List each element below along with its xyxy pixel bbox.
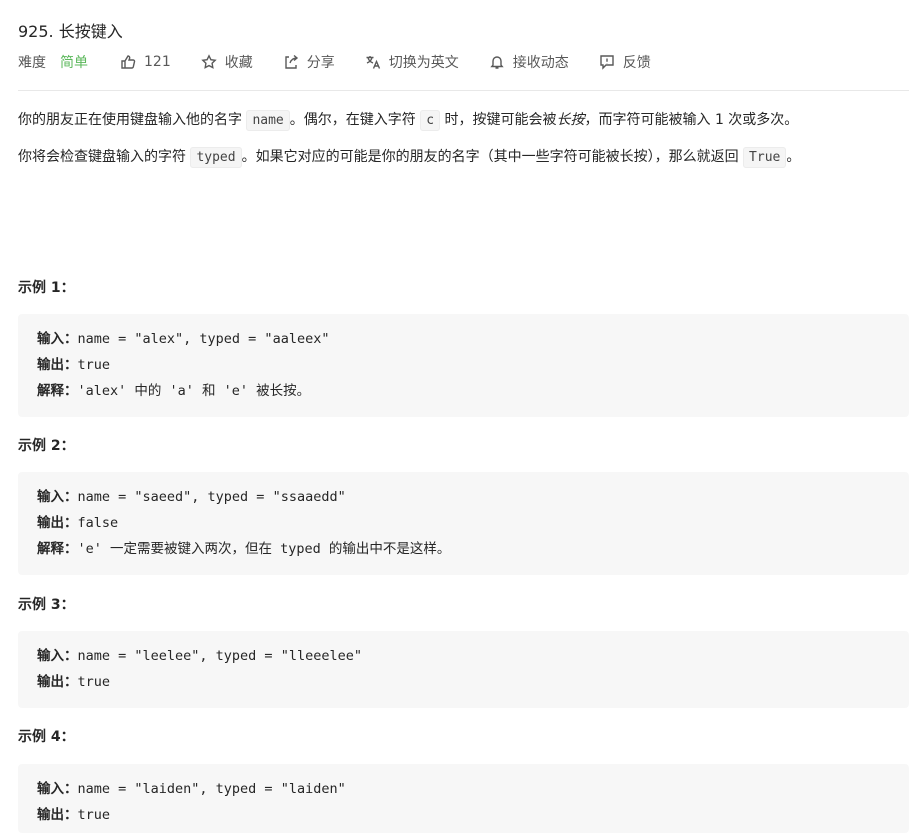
example-block: 输入：name = "leelee", typed = "lleeelee" 输… [18, 631, 909, 708]
example-block: 输入：name = "laiden", typed = "laiden" 输出：… [18, 764, 909, 833]
example-block: 输入：name = "alex", typed = "aaleex" 输出：tr… [18, 314, 909, 417]
emphasis-text: 长按 [556, 112, 585, 128]
desc-text: 时，按键可能会被 [444, 112, 557, 128]
example-output-line: 输出：true [37, 669, 890, 695]
share-label: 分享 [306, 55, 335, 71]
feedback-button[interactable]: 反馈 [599, 52, 651, 72]
problem-description: 你的朋友正在使用键盘输入他的名字 name 。偶尔，在键入字符 c 时，按键可能会… [18, 108, 898, 170]
translate-icon [366, 56, 380, 69]
example-block: 输入：name = "saeed", typed = "ssaaedd" 输出：… [18, 472, 909, 575]
input-value: name = "alex", typed = "aaleex" [77, 331, 330, 347]
example-heading: 示例 4： [18, 729, 75, 745]
example-output-line: 输出：false [37, 510, 890, 536]
desc-text: 你将会检查键盘输入的字符 [18, 149, 186, 165]
input-key: 输入： [37, 648, 78, 664]
inline-code-c: c [420, 110, 441, 131]
switch-language-button[interactable]: 切换为英文 [365, 52, 459, 72]
inline-code-name: name [246, 110, 290, 131]
notify-label: 接收动态 [512, 55, 569, 71]
favorite-button[interactable]: 收藏 [201, 52, 253, 72]
desc-text: 。偶尔，在键入字符 [289, 112, 416, 128]
desc-text: 。 [786, 149, 801, 165]
input-key: 输入： [37, 781, 78, 797]
output-key: 输出： [37, 357, 78, 373]
explain-key: 解释： [37, 383, 78, 399]
notify-button[interactable]: 接收动态 [489, 52, 569, 72]
output-value: true [77, 674, 111, 690]
inline-code-true: True [743, 147, 787, 168]
example-heading: 示例 1： [18, 280, 75, 296]
output-key: 输出： [37, 807, 78, 823]
explain-key: 解释： [37, 541, 78, 557]
bell-icon [490, 56, 504, 69]
example-heading: 示例 2： [18, 438, 75, 454]
input-key: 输入： [37, 489, 78, 505]
like-count: 121 [144, 54, 171, 70]
share-button[interactable]: 分享 [283, 52, 335, 72]
desc-text: ，而字符可能被输入 1 次或多次。 [584, 112, 799, 128]
problem-toolbar: 难度 简单 121 收藏 分享 切换为英文 接收动态 反馈 [18, 50, 681, 74]
switch-language-label: 切换为英文 [388, 55, 459, 71]
description-paragraph-1: 你的朋友正在使用键盘输入他的名字 name 。偶尔，在键入字符 c 时，按键可能会… [18, 108, 898, 133]
example-input-line: 输入：name = "alex", typed = "aaleex" [37, 326, 890, 352]
like-button[interactable]: 121 [120, 54, 171, 70]
output-key: 输出： [37, 515, 78, 531]
feedback-icon [600, 55, 614, 70]
inline-code-typed: typed [190, 147, 242, 168]
output-value: true [77, 807, 111, 823]
explain-value: 'alex' 中的 'a' 和 'e' 被长按。 [77, 383, 311, 399]
desc-text: 。如果它对应的可能是你的朋友的名字（其中一些字符可能被长按），那么就返回 [241, 149, 739, 165]
difficulty-value: 简单 [60, 55, 88, 71]
input-key: 输入： [37, 331, 78, 347]
example-heading: 示例 3： [18, 597, 75, 613]
thumbs-up-icon [121, 55, 136, 69]
feedback-label: 反馈 [622, 55, 651, 71]
input-value: name = "leelee", typed = "lleeelee" [77, 648, 362, 664]
share-icon [285, 54, 298, 69]
star-icon [201, 54, 217, 69]
desc-text: 你的朋友正在使用键盘输入他的名字 [18, 112, 242, 128]
description-paragraph-2: 你将会检查键盘输入的字符 typed 。如果它对应的可能是你的朋友的名字（其中一些… [18, 145, 898, 170]
difficulty-label: 难度 [18, 55, 46, 71]
example-input-line: 输入：name = "leelee", typed = "lleeelee" [37, 643, 890, 669]
example-output-line: 输出：true [37, 352, 890, 378]
explain-value: 'e' 一定需要被键入两次，但在 typed 的输出中不是这样。 [77, 541, 451, 557]
example-input-line: 输入：name = "saeed", typed = "ssaaedd" [37, 484, 890, 510]
input-value: name = "saeed", typed = "ssaaedd" [77, 489, 346, 505]
output-key: 输出： [37, 674, 78, 690]
problem-title: 925. 长按键入 [18, 22, 123, 41]
header-divider [18, 90, 909, 91]
output-value: false [77, 515, 119, 531]
input-value: name = "laiden", typed = "laiden" [77, 781, 346, 797]
example-explain-line: 解释：'alex' 中的 'a' 和 'e' 被长按。 [37, 378, 890, 404]
example-explain-line: 解释：'e' 一定需要被键入两次，但在 typed 的输出中不是这样。 [37, 536, 890, 562]
favorite-label: 收藏 [224, 55, 253, 71]
output-value: true [77, 357, 111, 373]
example-output-line: 输出：true [37, 802, 890, 828]
example-input-line: 输入：name = "laiden", typed = "laiden" [37, 776, 890, 802]
